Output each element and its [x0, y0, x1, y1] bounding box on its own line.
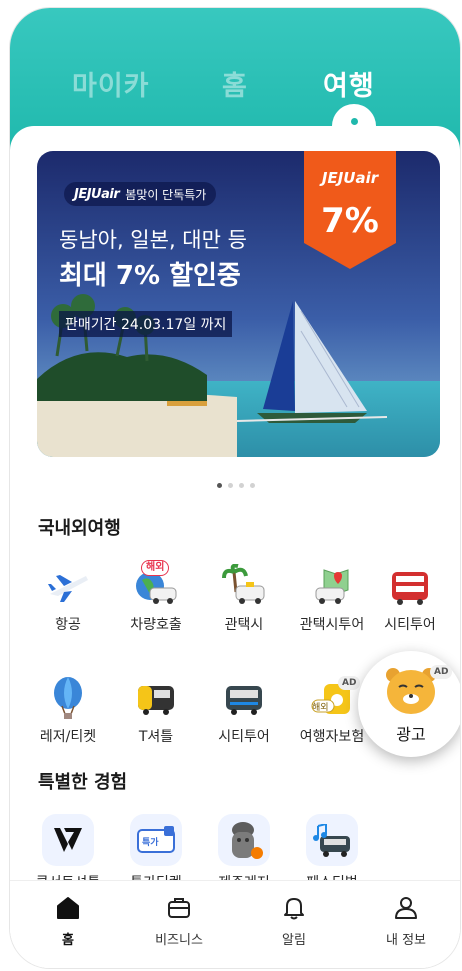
ad-label: 광고 [396, 725, 426, 744]
menu-item-tour-taxi-tour[interactable]: 관택시투어 [288, 564, 376, 644]
banner-subtitle: 동남아, 일본, 대만 등 [59, 228, 247, 252]
menu-item-label: 시티투어 [384, 617, 436, 633]
page-dot [250, 483, 255, 488]
banner-tag: JEJUair 봄맞이 단독특가 [64, 182, 217, 206]
nav-alerts[interactable]: 알림 [254, 895, 334, 951]
section-title-special: 특별한 경험 [38, 772, 128, 793]
nav-home[interactable]: 홈 [28, 895, 108, 951]
nav-my-info[interactable]: 내 정보 [366, 895, 446, 951]
banner-headline: 최대 7% 할인중 [59, 261, 241, 291]
music-bus-icon [313, 824, 350, 857]
page-dot [228, 483, 233, 488]
dolharubang-icon [232, 822, 263, 859]
ad-tag: AD [338, 676, 361, 690]
discount-badge: JEJUair 7% [304, 151, 396, 269]
menu-item-label: T셔틀 [138, 729, 174, 745]
menu-item-label: 시티투어 [218, 729, 270, 745]
menu-item-leisure-ticket[interactable]: 레저/티켓 [24, 676, 112, 756]
tour-bus-icon [226, 686, 262, 715]
taxi-palm-icon [222, 564, 265, 604]
tab-my-car[interactable]: 마이카 [72, 64, 150, 103]
page-dot [239, 483, 244, 488]
page-dot-active [217, 483, 222, 488]
special-item-jeju-leisure[interactable]: 제주레저 [200, 814, 288, 891]
ad-item[interactable]: AD 광고 [358, 651, 460, 757]
menu-item-label: 레저/티켓 [39, 729, 97, 745]
home-icon [57, 897, 79, 919]
badge-brand: JEJUair [321, 169, 379, 187]
special-item-special-ticket[interactable]: 특가 특가티켓 [112, 814, 200, 891]
overseas-tag: 해외 [141, 560, 170, 576]
hot-air-balloon-icon [54, 677, 82, 719]
nav-business[interactable]: 비즈니스 [139, 895, 219, 951]
nav-label: 알림 [282, 933, 306, 948]
nav-label: 비즈니스 [155, 933, 203, 948]
menu-item-label: 차량호출 [130, 617, 182, 633]
ad-tag: AD [430, 665, 453, 679]
section-title-travel: 국내외여행 [38, 518, 121, 539]
taxi-map-icon [315, 569, 349, 604]
bottom-nav: 홈 비즈니스 알림 내 정보 [10, 880, 460, 968]
briefcase-icon [168, 898, 190, 918]
overseas-mini-tag: 해외 [312, 703, 329, 713]
menu-item-tour-taxi[interactable]: 관택시 [200, 564, 288, 644]
airplane-icon [48, 575, 88, 602]
menu-item-flight[interactable]: 항공 [24, 564, 112, 644]
banner-pagination [10, 483, 460, 493]
app-screen: 마이카 홈 여행 JEJUair 봄맞이 단독특가 동남아, 일본, 대만 등 … [10, 8, 460, 968]
badge-percent: 7% [321, 201, 379, 241]
special-item-concert-shuttle[interactable]: 콘서트셔틀 [24, 814, 112, 891]
promo-banner[interactable]: JEJUair 봄맞이 단독특가 동남아, 일본, 대만 등 최대 7% 할인중… [37, 151, 440, 457]
v-logo-icon [54, 828, 82, 852]
tab-home[interactable]: 홈 [222, 64, 248, 103]
menu-item-city-tour-bus[interactable]: 시티투어 [200, 676, 288, 756]
bell-icon [284, 898, 304, 920]
banner-tag-text: 봄맞이 단독특가 [125, 187, 207, 202]
special-item-festival[interactable]: 페스티벌 [288, 814, 376, 891]
person-icon [395, 897, 417, 919]
menu-item-city-tour[interactable]: 시티투어 [366, 564, 454, 644]
tab-travel[interactable]: 여행 [323, 64, 375, 103]
jejuair-logo: JEJUair [74, 186, 120, 202]
special-ticket-tag: 특가 [142, 838, 159, 848]
top-tab-bar: 마이카 홈 여행 [10, 64, 460, 104]
nav-label: 홈 [62, 933, 74, 948]
menu-item-label: 관택시투어 [299, 617, 365, 633]
double-decker-bus-icon [392, 572, 428, 605]
banner-period: 판매기간 24.03.17일 까지 [59, 311, 233, 337]
menu-item-t-shuttle[interactable]: T셔틀 [112, 676, 200, 756]
menu-item-label: 관택시 [224, 617, 264, 633]
menu-item-car-hailing[interactable]: 해외 차량호출 [112, 560, 200, 644]
nav-label: 내 정보 [385, 933, 426, 948]
menu-item-label: 항공 [55, 617, 81, 633]
shuttle-bus-icon [138, 686, 174, 715]
